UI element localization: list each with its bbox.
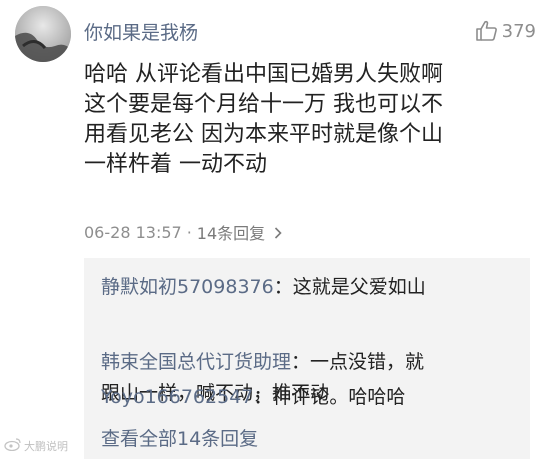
- view-all-replies-link[interactable]: 查看全部14条回复: [101, 424, 258, 455]
- comment-meta: 06-28 13:57 · 14条回复: [84, 220, 282, 244]
- reply-author[interactable]: 静默如初57098376: [101, 276, 274, 298]
- like-button[interactable]: 379: [475, 19, 536, 43]
- avatar-image: [15, 6, 71, 62]
- watermark: 大鹏说明: [4, 437, 68, 454]
- avatar[interactable]: [15, 6, 71, 62]
- comment-timestamp: 06-28 13:57: [84, 222, 182, 242]
- thumbs-up-icon: [475, 19, 499, 43]
- reply-count-link[interactable]: 14条回复: [197, 220, 282, 244]
- watermark-text: 大鹏说明: [24, 439, 68, 453]
- reply-text: ：神评论。哈哈哈: [253, 386, 406, 408]
- reply-item[interactable]: Yoyo166762547：神评论。哈哈哈: [101, 382, 521, 413]
- meta-separator: ·: [186, 222, 192, 242]
- reply-author[interactable]: 韩束全国总代订货助理: [101, 351, 291, 373]
- chevron-right-icon: [274, 224, 282, 243]
- comment-username[interactable]: 你如果是我杨: [84, 18, 198, 45]
- replies-panel: 静默如初57098376：这就是父爱如山 韩束全国总代订货助理：一点没错，就 跟…: [84, 258, 530, 459]
- reply-text: ：这就是父爱如山: [273, 276, 426, 298]
- like-count: 379: [501, 20, 536, 42]
- comment-text: 哈哈 从评论看出中国已婚男人失败啊 这个要是每个月给十一万 我也可以不 用看见老…: [84, 62, 443, 177]
- reply-count-label: 14条回复: [196, 224, 266, 243]
- weibo-logo-icon: [4, 437, 22, 454]
- reply-author[interactable]: Yoyo166762547: [101, 386, 253, 408]
- reply-item[interactable]: 静默如初57098376：这就是父爱如山: [101, 272, 521, 303]
